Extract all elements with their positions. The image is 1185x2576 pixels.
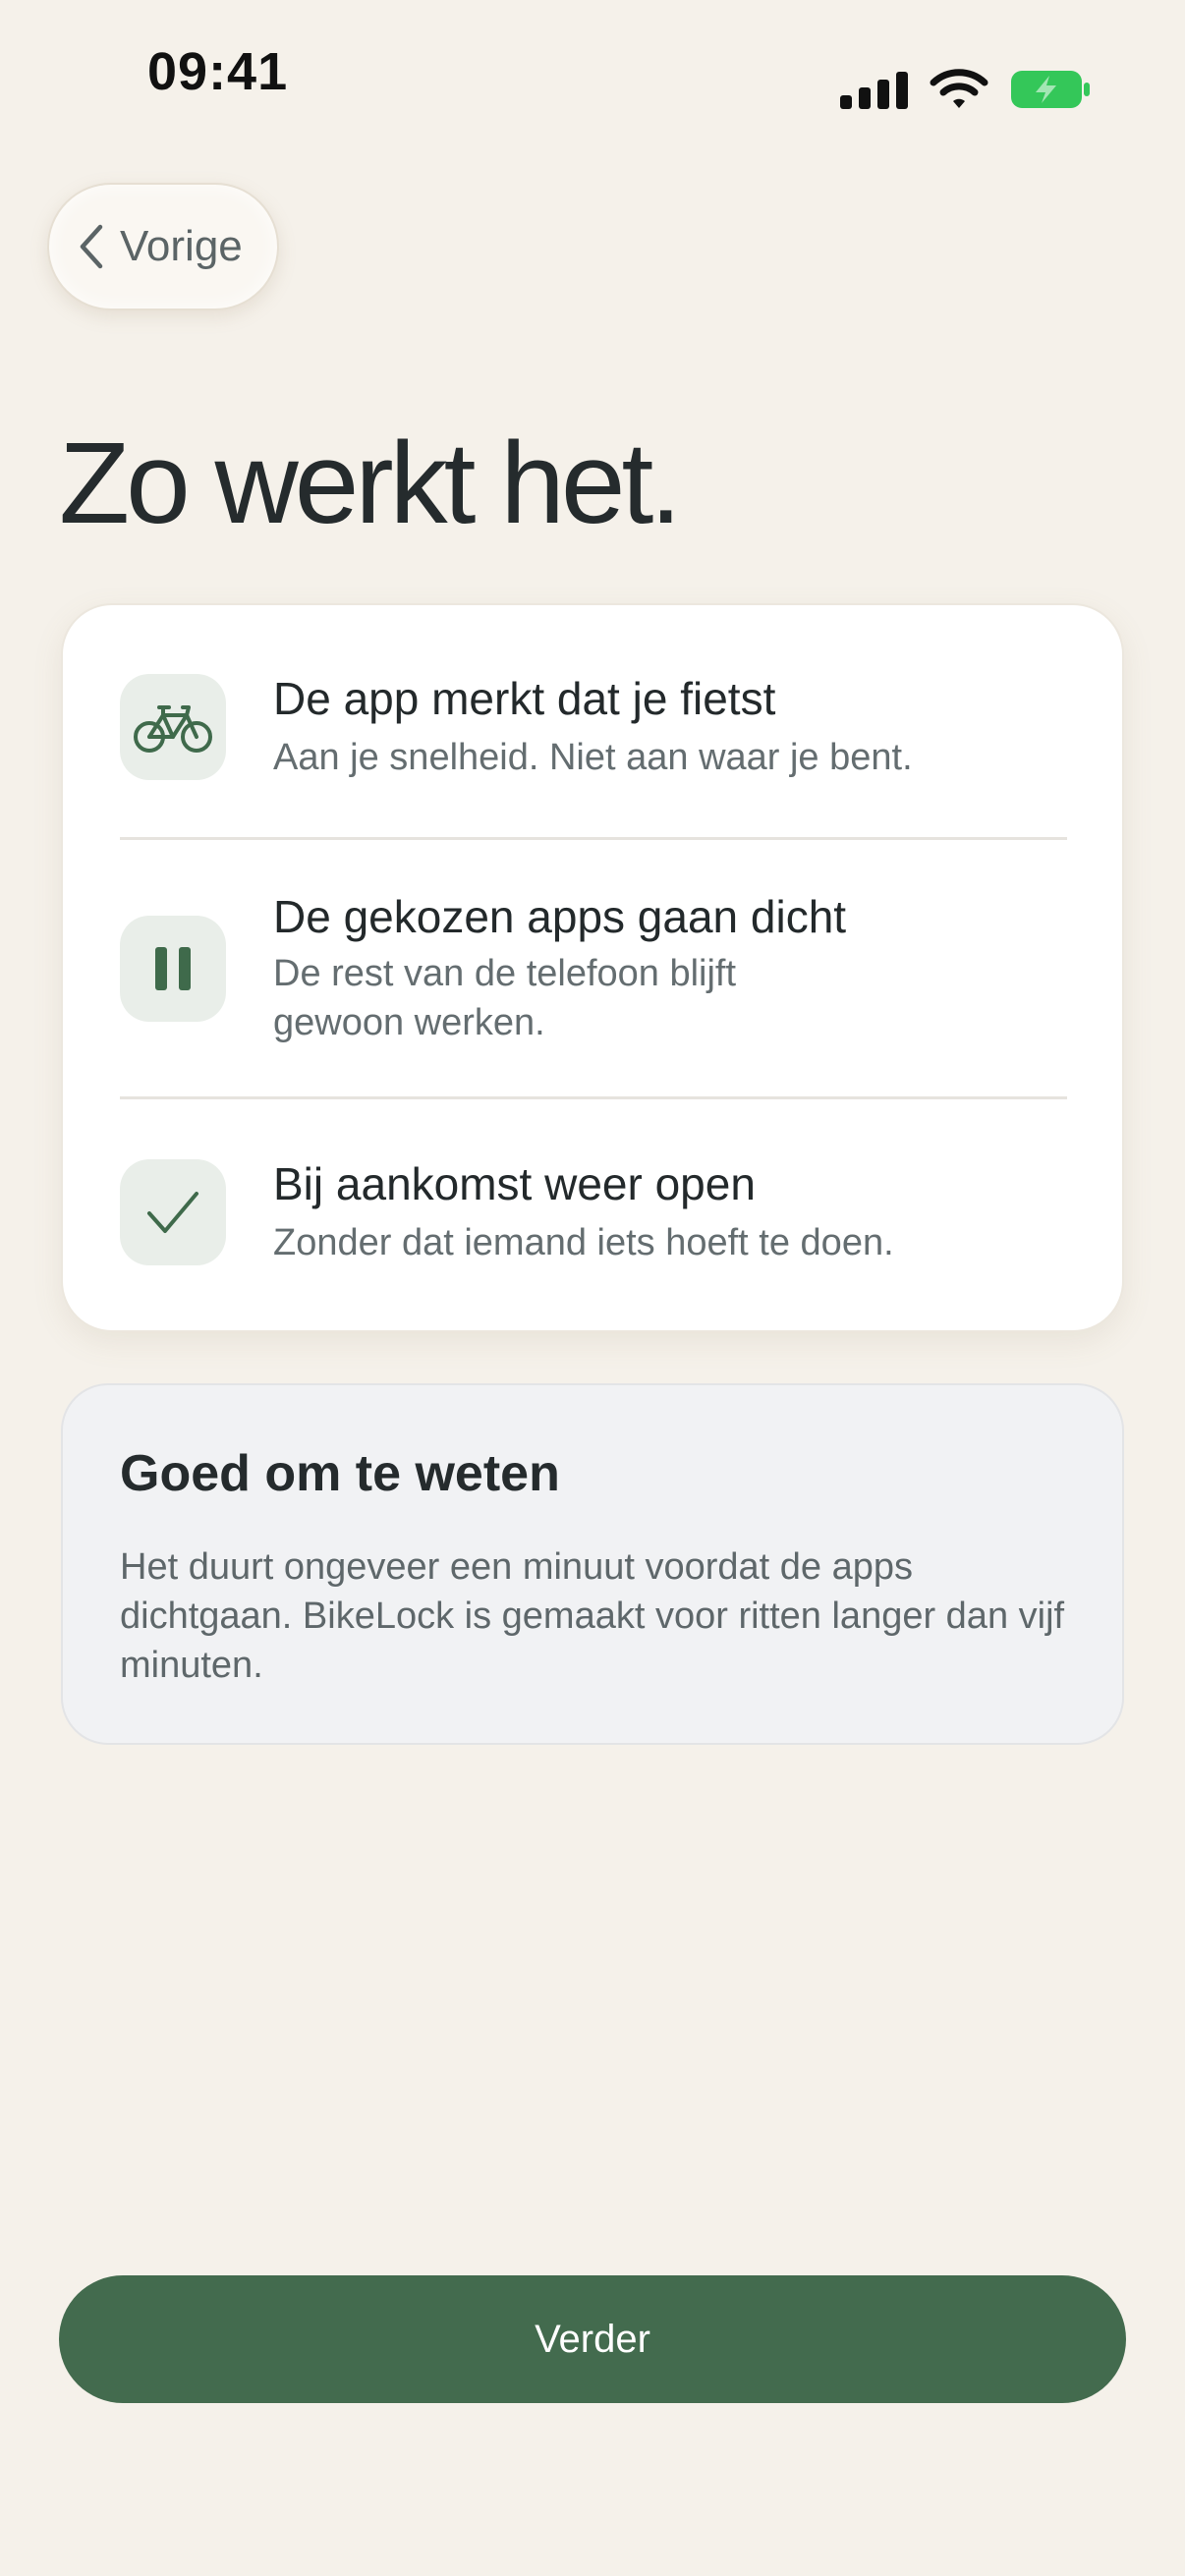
status-time: 09:41 (147, 42, 289, 101)
battery-charging-icon (1011, 71, 1090, 108)
back-button-label: Vorige (120, 222, 243, 270)
divider (120, 837, 1067, 840)
pause-icon (155, 947, 191, 990)
status-icons (840, 69, 1091, 110)
step-subtitle: De rest van de telefoon blijft gewoon we… (273, 953, 737, 1043)
chevron-left-icon (80, 224, 103, 269)
step-title: Bij aankomst weer open (273, 1158, 756, 1209)
back-button[interactable]: Vorige (47, 183, 279, 310)
wifi-icon (930, 69, 988, 108)
step-subtitle: Zonder dat iemand iets hoeft te doen. (273, 1222, 894, 1263)
step-icon-container (120, 1159, 226, 1265)
info-body: Het duurt ongeveer een minuut voordat de… (120, 1546, 1065, 1686)
step-title: De gekozen apps gaan dicht (273, 891, 847, 942)
info-title: Goed om te weten (120, 1445, 560, 1502)
page-title: Zo werkt het. (59, 419, 682, 548)
step-icon-container (120, 916, 226, 1022)
bicycle-icon (134, 705, 212, 753)
good-to-know-card: Goed om te weten Het duurt ongeveer een … (61, 1383, 1124, 1745)
continue-button[interactable]: Verder (59, 2275, 1126, 2403)
step-subtitle: Aan je snelheid. Niet aan waar je bent. (273, 737, 913, 778)
step-title: De app merkt dat je fietst (273, 673, 776, 724)
status-bar: 09:41 (0, 0, 1185, 138)
step-icon-container (120, 674, 226, 780)
cellular-signal-icon (840, 70, 908, 109)
divider (120, 1096, 1067, 1099)
checkmark-icon (147, 1192, 198, 1233)
how-it-works-card: De app merkt dat je fietst Aan je snelhe… (61, 603, 1124, 1332)
